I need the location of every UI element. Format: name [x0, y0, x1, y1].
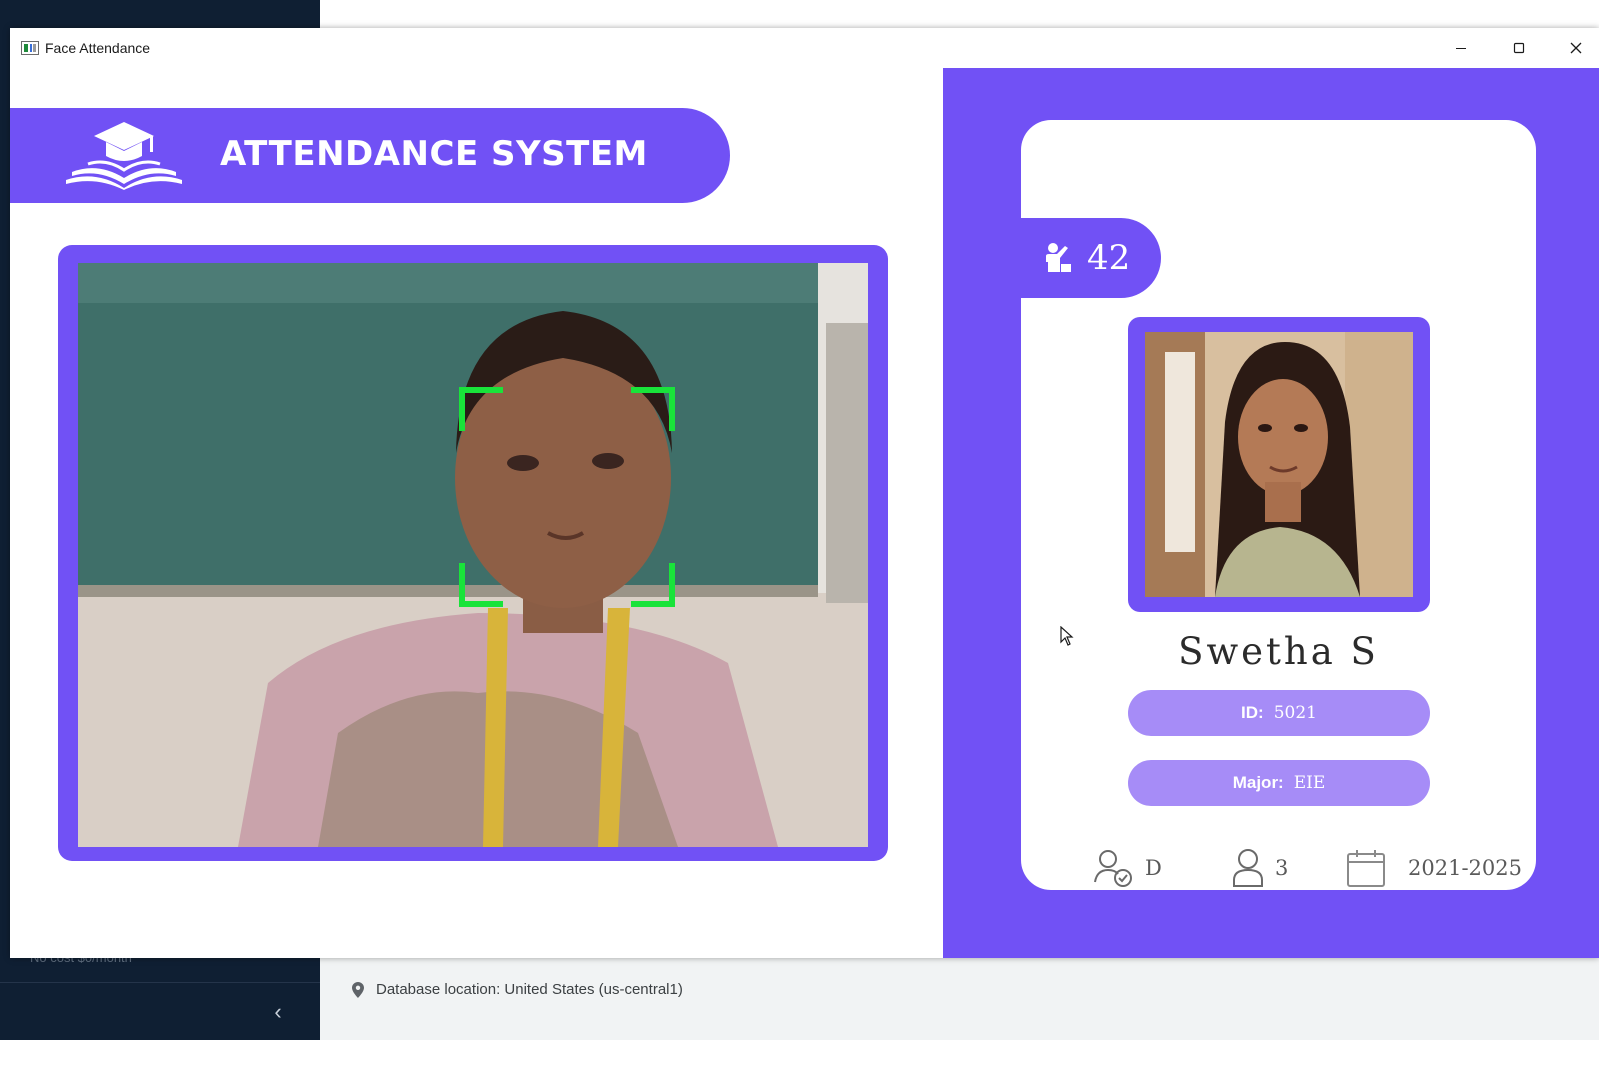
- student-photo-frame: [1128, 317, 1430, 612]
- background-divider: [0, 982, 320, 983]
- student-id-value: 5021: [1273, 703, 1317, 723]
- student-major-label: Major:: [1232, 773, 1284, 792]
- face-attendance-window: Face Attendance ATTENDANCE SYSTEM 42 Swe…: [10, 28, 1599, 958]
- face-box-bottom-left: [459, 563, 503, 607]
- student-name: Swetha S: [1178, 630, 1379, 673]
- maximize-icon: [1513, 42, 1525, 54]
- face-box-top-right: [631, 387, 675, 431]
- location-pin-icon: [352, 981, 364, 998]
- student-id-label: ID:: [1241, 703, 1264, 722]
- raised-hand-icon: [1046, 243, 1071, 272]
- camera-feed: [78, 263, 868, 847]
- face-box-top-left: [459, 387, 503, 431]
- face-box-bottom-right: [631, 563, 675, 607]
- student-major-pill: Major: EIE: [1128, 760, 1430, 806]
- graduation-cap-book-icon: [66, 122, 182, 190]
- student-photo: [1145, 332, 1413, 597]
- database-location-text: Database location: United States (us-cen…: [376, 981, 683, 998]
- starting-year-stat: 2021-2025: [1346, 848, 1522, 888]
- minimize-icon: [1456, 48, 1466, 49]
- student-card: 42 Swetha S ID: 5021 Major: EIE D 3 2021…: [1021, 120, 1536, 890]
- camera-frame: [58, 245, 888, 861]
- year-value: 3: [1275, 856, 1289, 880]
- user-icon: [1233, 849, 1263, 887]
- year-stat: 3: [1231, 848, 1288, 888]
- app-content: ATTENDANCE SYSTEM 42 Swetha S ID: 5021 M…: [10, 68, 1599, 958]
- database-location: Database location: United States (us-cen…: [352, 981, 683, 998]
- window-title: Face Attendance: [45, 40, 151, 56]
- background-bottom: [0, 1040, 1599, 1066]
- close-button[interactable]: [1548, 28, 1599, 68]
- minimize-button[interactable]: [1433, 28, 1489, 68]
- student-major-value: EIE: [1293, 773, 1326, 793]
- maximize-button[interactable]: [1491, 28, 1547, 68]
- standing-value: D: [1145, 856, 1162, 880]
- attendance-count-badge: 42: [1021, 218, 1161, 298]
- student-stats: D 3 2021-2025: [1021, 848, 1536, 890]
- attendance-count: 42: [1087, 238, 1131, 278]
- calendar-icon: [1347, 850, 1385, 887]
- user-check-icon: [1094, 850, 1132, 887]
- page-title: ATTENDANCE SYSTEM: [220, 134, 648, 174]
- camera-image: [78, 263, 868, 847]
- sidebar-collapse-button[interactable]: ‹: [268, 1000, 288, 1024]
- student-id-pill: ID: 5021: [1128, 690, 1430, 736]
- camera-pane: ATTENDANCE SYSTEM: [10, 68, 943, 958]
- header-banner: ATTENDANCE SYSTEM: [10, 108, 730, 203]
- mouse-cursor-icon: [1060, 626, 1074, 646]
- app-icon: [21, 41, 39, 55]
- close-icon: [1570, 42, 1582, 54]
- standing-stat: D: [1093, 848, 1162, 888]
- title-bar[interactable]: Face Attendance: [10, 28, 1599, 68]
- student-info-pane: 42 Swetha S ID: 5021 Major: EIE D 3 2021…: [943, 68, 1599, 958]
- starting-year-value: 2021-2025: [1408, 856, 1522, 880]
